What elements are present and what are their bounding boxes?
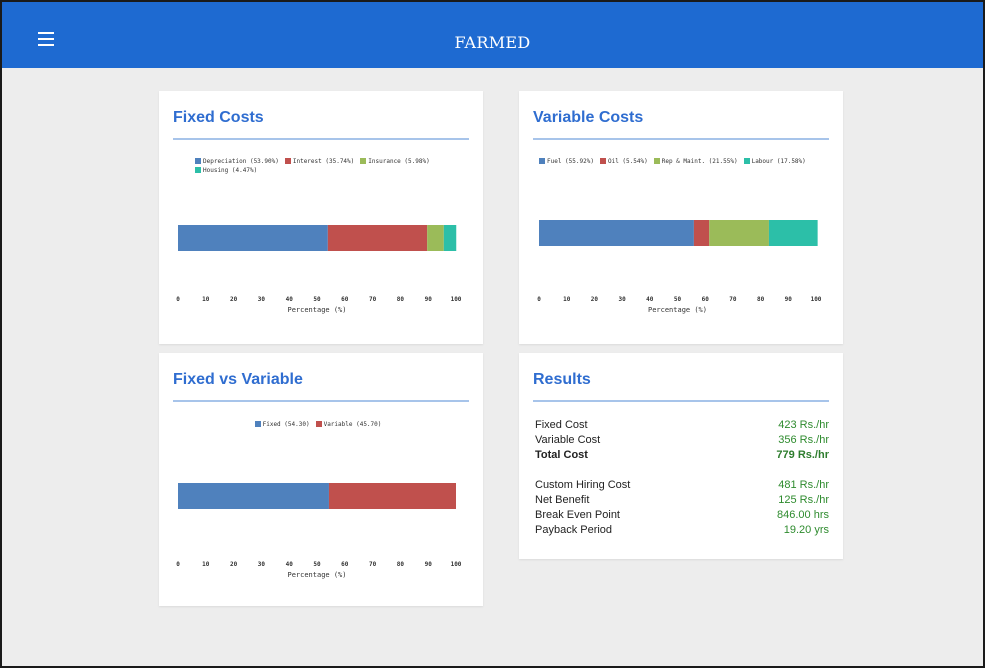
variable-costs-card: Variable Costs Fuel (55.92%) Oil (5.54%) R… bbox=[519, 91, 843, 344]
x-tick-label: 0 bbox=[176, 561, 180, 568]
result-label: Fixed Cost bbox=[535, 419, 588, 431]
result-value: 125 Rs./hr bbox=[778, 494, 829, 506]
result-row-net-benefit: Net Benefit 125 Rs./hr bbox=[535, 493, 829, 508]
result-label: Custom Hiring Cost bbox=[535, 479, 631, 491]
bar-segment[interactable] bbox=[709, 220, 769, 246]
results-list: Fixed Cost 423 Rs./hr Variable Cost 356 … bbox=[535, 418, 829, 538]
app-title: FARMED bbox=[454, 33, 531, 52]
bar-segment[interactable] bbox=[427, 225, 444, 251]
result-value: 19.20 yrs bbox=[783, 524, 829, 536]
fixed-costs-card: Fixed Costs Depreciation (53.90%) Interes… bbox=[159, 91, 483, 344]
result-label: Net Benefit bbox=[535, 494, 590, 506]
x-axis-label: Percentage (%) bbox=[648, 306, 707, 314]
bar-segment[interactable] bbox=[178, 483, 329, 509]
x-tick-label: 30 bbox=[618, 296, 626, 303]
x-tick-label: 60 bbox=[341, 561, 349, 568]
result-row-total-cost: Total Cost 779 Rs./hr bbox=[535, 448, 829, 463]
x-tick-label: 10 bbox=[202, 296, 210, 303]
result-row-custom-hiring-cost: Custom Hiring Cost 481 Rs./hr bbox=[535, 478, 829, 493]
result-row-payback-period: Payback Period 19.20 yrs bbox=[535, 523, 829, 538]
x-tick-label: 100 bbox=[451, 561, 462, 568]
x-tick-label: 10 bbox=[202, 561, 210, 568]
x-tick-label: 50 bbox=[313, 296, 321, 303]
x-tick-label: 100 bbox=[811, 296, 822, 303]
bar-segment[interactable] bbox=[539, 220, 694, 246]
x-tick-label: 80 bbox=[397, 296, 405, 303]
top-app-bar: FARMED bbox=[2, 2, 983, 68]
variable-costs-chart: 0 10 20 30 40 50 60 70 80 90 100 Percentage (%) bbox=[537, 220, 822, 314]
result-row-fixed-cost: Fixed Cost 423 Rs./hr bbox=[535, 418, 829, 433]
result-row-variable-cost: Variable Cost 356 Rs./hr bbox=[535, 433, 829, 448]
result-value: 481 Rs./hr bbox=[778, 479, 829, 491]
x-tick-label: 10 bbox=[563, 296, 571, 303]
result-value: 423 Rs./hr bbox=[778, 419, 829, 431]
bar-segment[interactable] bbox=[327, 225, 428, 251]
x-tick-label: 90 bbox=[425, 296, 433, 303]
card-title: Results bbox=[533, 371, 591, 388]
x-tick-label: 70 bbox=[729, 296, 737, 303]
card-divider bbox=[533, 400, 829, 402]
x-tick-label: 40 bbox=[286, 296, 294, 303]
x-axis-label: Percentage (%) bbox=[287, 306, 346, 314]
bar-segment[interactable] bbox=[693, 220, 710, 246]
x-tick-label: 0 bbox=[537, 296, 541, 303]
bar-segment[interactable] bbox=[178, 225, 328, 251]
bar-segment[interactable] bbox=[328, 483, 456, 509]
x-tick-label: 50 bbox=[674, 296, 682, 303]
result-value: 779 Rs./hr bbox=[776, 449, 829, 461]
fixed-costs-chart: 0 10 20 30 40 50 60 70 80 90 100 Percentage (%) bbox=[176, 225, 462, 314]
result-label: Payback Period bbox=[535, 524, 613, 536]
x-tick-label: 90 bbox=[425, 561, 433, 568]
x-axis-label: Percentage (%) bbox=[287, 571, 346, 579]
result-value: 846.00 hrs bbox=[777, 509, 829, 521]
x-tick-label: 100 bbox=[451, 296, 462, 303]
x-tick-label: 60 bbox=[341, 296, 349, 303]
x-tick-label: 30 bbox=[258, 561, 266, 568]
x-tick-label: 20 bbox=[230, 561, 238, 568]
x-tick-label: 20 bbox=[591, 296, 599, 303]
fixed-vs-variable-chart: 0 10 20 30 40 50 60 70 80 90 100 Percentage (%) bbox=[176, 483, 462, 579]
x-tick-label: 60 bbox=[702, 296, 710, 303]
result-label: Break Even Point bbox=[535, 509, 620, 521]
x-tick-label: 90 bbox=[785, 296, 793, 303]
fixed-vs-variable-card: Fixed vs Variable Fixed (54.30) Variable … bbox=[159, 353, 483, 606]
x-tick-label: 40 bbox=[646, 296, 654, 303]
x-tick-label: 80 bbox=[757, 296, 765, 303]
x-tick-label: 0 bbox=[176, 296, 180, 303]
x-tick-label: 80 bbox=[397, 561, 405, 568]
result-label: Variable Cost bbox=[535, 434, 601, 446]
result-row-break-even-point: Break Even Point 846.00 hrs bbox=[535, 508, 829, 523]
bar-segment[interactable] bbox=[443, 225, 457, 251]
results-card: Results Fixed Cost 423 Rs./hr Variable C… bbox=[519, 353, 843, 559]
x-tick-label: 30 bbox=[258, 296, 266, 303]
x-tick-label: 40 bbox=[286, 561, 294, 568]
x-tick-label: 70 bbox=[369, 561, 377, 568]
result-label: Total Cost bbox=[535, 449, 588, 461]
bar-segment[interactable] bbox=[768, 220, 818, 246]
result-value: 356 Rs./hr bbox=[778, 434, 829, 446]
x-tick-label: 20 bbox=[230, 296, 238, 303]
x-tick-label: 70 bbox=[369, 296, 377, 303]
x-tick-label: 50 bbox=[313, 561, 321, 568]
